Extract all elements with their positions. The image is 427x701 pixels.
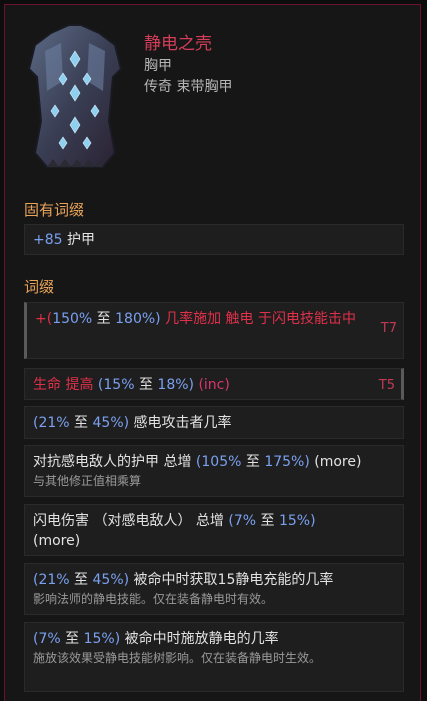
- affix-row: 闪电伤害 （对感电敌人） 总增 (7% 至 15%) (more): [24, 504, 404, 556]
- affix-row: 生命 提高 (15% 至 18%) (inc) T5: [24, 368, 404, 400]
- chest-armor-icon: [27, 24, 123, 168]
- item-type: 胸甲: [144, 58, 172, 74]
- affix-subtext: 影响法师的静电技能。仅在装备静电时有效。: [33, 592, 274, 606]
- item-rarity: 传奇 束带胸甲: [144, 79, 233, 95]
- tier-badge: T7: [380, 321, 397, 336]
- implicit-value: +85: [33, 232, 63, 248]
- affix-subtext: 与其他修正值相乘算: [33, 474, 142, 488]
- affix-row: (7% 至 15%) 被命中时施放静电的几率 施放该效果受静电技能树影响。仅在装…: [24, 622, 404, 692]
- tier-badge: T5: [378, 378, 395, 393]
- implicit-section-title: 固有词缀: [24, 201, 85, 219]
- affix-row: (21% 至 45%) 被命中时获取15静电充能的几率 影响法师的静电技能。仅在…: [24, 563, 404, 615]
- implicit-row: +85 护甲: [24, 224, 404, 255]
- affix-row: 对抗感电敌人的护甲 总增 (105% 至 175%) (more) 与其他修正值…: [24, 445, 404, 497]
- affix-row: +(150% 至 180%) 几率施加 触电 于闪电技能击中 T7: [24, 302, 404, 359]
- affix-section-title: 词缀: [24, 278, 55, 296]
- affix-subtext: 施放该效果受静电技能树影响。仅在装备静电时生效。: [33, 651, 322, 665]
- item-name: 静电之壳: [144, 34, 212, 54]
- affix-text: 几率施加 触电 于闪电技能击中: [165, 311, 356, 327]
- affix-row: (21% 至 45%) 感电攻击者几率: [24, 406, 404, 439]
- item-tooltip: 静电之壳 胸甲 传奇 束带胸甲 固有词缀 +85 护甲 词缀 +(150% 至 …: [4, 4, 421, 701]
- implicit-label: 护甲: [62, 232, 95, 248]
